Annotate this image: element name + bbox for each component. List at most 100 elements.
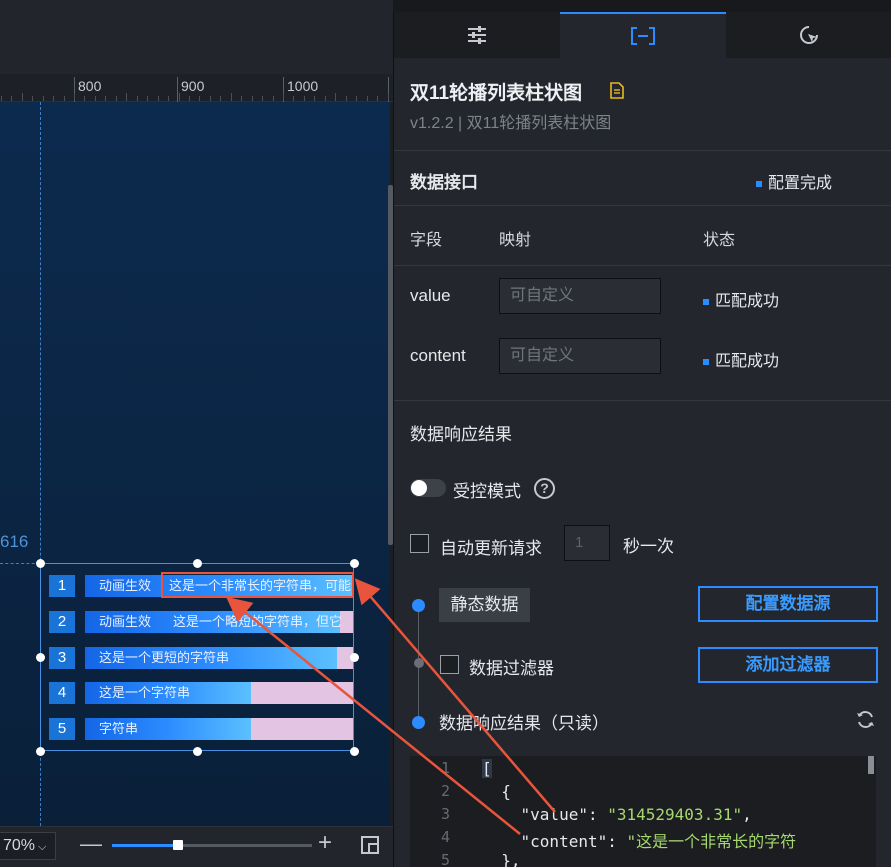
bar-label: 动画生效: [99, 578, 152, 593]
code-line: "content": "这是一个非常长的字符: [482, 832, 797, 851]
bar-index: 1: [49, 575, 75, 597]
sliders-icon: [468, 26, 486, 44]
zoom-select[interactable]: 70% ⌵: [0, 832, 56, 860]
field-status-text: 匹配成功: [715, 353, 780, 370]
field-status-text: 匹配成功: [715, 293, 780, 310]
mapping-input-value[interactable]: 可自定义: [499, 278, 661, 314]
tab-style[interactable]: [394, 12, 560, 58]
resize-handle-right[interactable]: [350, 653, 359, 662]
bar-track: 字符串: [85, 718, 353, 740]
code-viewer[interactable]: 1 2 3 4 5 [ { "value": "314529403.31", "…: [410, 756, 876, 867]
canvas-toolbar-area: [0, 0, 393, 74]
zoom-slider-knob[interactable]: [173, 840, 183, 850]
result-readonly-label: 数据响应结果（只读）: [439, 714, 609, 733]
line-gutter: 1 2 3 4 5: [410, 756, 466, 867]
toggle-knob: [411, 480, 427, 496]
divider: [394, 400, 891, 401]
line-number: 4: [440, 828, 450, 846]
tab-data[interactable]: [560, 12, 726, 58]
refresh-icon[interactable]: [856, 710, 875, 729]
resize-handle-left[interactable]: [36, 653, 45, 662]
resize-handle-bottom-left[interactable]: [36, 747, 45, 756]
ruler-minor-tick: [283, 93, 284, 101]
document-icon[interactable]: [610, 82, 624, 99]
status-dot: [756, 180, 762, 187]
code-bracket: [: [482, 759, 492, 778]
configure-source-button[interactable]: 配置数据源: [698, 586, 878, 622]
ruler-minor-tick: [94, 96, 96, 101]
component-version: v1.2.2 | 双11轮播列表柱状图: [410, 115, 612, 132]
component-title: 双11轮播列表柱状图: [410, 83, 583, 104]
zoom-out-button[interactable]: —: [80, 831, 102, 857]
ruler-minor-tick: [74, 93, 75, 101]
field-name-value: value: [410, 286, 451, 305]
code-scrollbar[interactable]: [868, 756, 874, 774]
resize-handle-bottom[interactable]: [193, 747, 202, 756]
bracket-icon: [631, 27, 655, 45]
chevron-down-icon: ⌵: [38, 841, 47, 853]
resize-handle-top[interactable]: [193, 559, 202, 568]
ruler-minor-tick: [11, 96, 13, 101]
data-filter-label: 数据过滤器: [469, 659, 554, 678]
app-root: 800 900 1000 616 1 动画生效 这是一个非常长的字符串，可能 2: [0, 0, 891, 867]
ruler-minor-tick: [324, 96, 326, 101]
resize-handle-bottom-right[interactable]: [350, 747, 359, 756]
line-number: 2: [440, 782, 450, 800]
bar-row-3: 3 这是一个更短的字符串: [49, 647, 353, 669]
ruler-label: 800: [78, 78, 102, 94]
zoom-in-button[interactable]: +: [318, 829, 332, 857]
ruler-minor-tick: [136, 96, 138, 101]
tab-interaction[interactable]: [726, 12, 891, 58]
ruler-minor-tick: [303, 96, 305, 101]
ruler-minor-tick: [220, 96, 222, 101]
resize-handle-top-right[interactable]: [350, 559, 359, 568]
zoom-slider[interactable]: [112, 840, 312, 850]
controlled-mode-toggle[interactable]: [410, 479, 446, 497]
zoom-value: 70%: [3, 837, 36, 854]
mapping-input-content[interactable]: 可自定义: [499, 338, 661, 374]
ruler-minor-tick: [42, 96, 44, 101]
bar-index: 4: [49, 682, 75, 704]
bar-index: 2: [49, 611, 75, 633]
header-mapping: 映射: [499, 232, 532, 249]
divider: [394, 265, 891, 266]
data-filter-checkbox[interactable]: [440, 655, 459, 674]
resize-handle-top-left[interactable]: [36, 559, 45, 568]
canvas-stage[interactable]: 616 1 动画生效 这是一个非常长的字符串，可能 2 动画生效 这是一个略短的…: [0, 102, 390, 826]
line-number: 5: [440, 851, 450, 867]
add-filter-button[interactable]: 添加过滤器: [698, 647, 878, 683]
bar-label: 字符串: [99, 721, 139, 736]
field-status-content: 匹配成功: [703, 347, 779, 371]
bar-track: 这是一个字符串: [85, 682, 353, 704]
header-field: 字段: [410, 232, 443, 249]
ruler-minor-tick: [314, 96, 316, 101]
help-icon[interactable]: ?: [534, 478, 555, 499]
interval-input[interactable]: 1: [564, 525, 610, 561]
annotation-highlight-box: [161, 572, 354, 598]
guide-coordinate-label: 616: [0, 532, 29, 551]
ruler-minor-tick: [63, 96, 65, 101]
ruler-minor-tick: [168, 96, 170, 101]
status-dot: [703, 298, 709, 305]
interval-unit: 秒一次: [623, 537, 674, 556]
code-string: "314529403.31": [607, 805, 743, 824]
flow-dot-filter: [414, 658, 424, 668]
bar-row-4: 4 这是一个字符串: [49, 682, 353, 704]
bar-content: 这是一个略短的字符串，但它: [173, 614, 343, 629]
ruler-minor-tick: [126, 93, 128, 101]
bar-track: 这是一个更短的字符串: [85, 647, 353, 669]
fit-screen-icon[interactable]: [361, 836, 379, 854]
bar-row-5: 5 字符串: [49, 718, 353, 740]
bar-index: 5: [49, 718, 75, 740]
field-name-content: content: [410, 346, 466, 365]
status-dot: [703, 358, 709, 365]
ruler-minor-tick: [230, 93, 232, 101]
line-number: 1: [440, 759, 450, 777]
ruler-label: 1000: [287, 78, 319, 94]
ruler-label: 900: [181, 78, 205, 94]
bar-label: 这是一个更短的字符串: [99, 650, 230, 665]
auto-update-checkbox[interactable]: [410, 534, 429, 553]
static-data-button[interactable]: 静态数据: [439, 588, 530, 622]
ruler-minor-tick: [272, 96, 274, 101]
controlled-mode-label: 受控模式: [453, 482, 521, 501]
